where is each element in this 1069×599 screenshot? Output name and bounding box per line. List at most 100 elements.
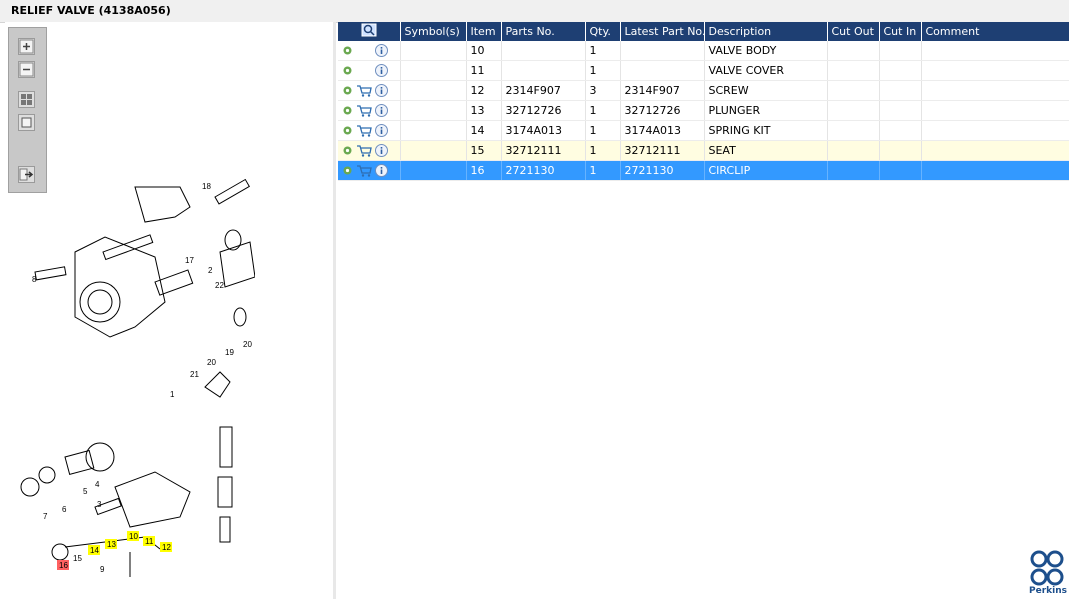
- callout-label: 6: [62, 505, 67, 514]
- latest-part-no-cell: [620, 60, 705, 81]
- row-actions-cell: [338, 160, 401, 181]
- cut-out-cell: [827, 41, 880, 61]
- brand-name: Perkins: [1029, 586, 1067, 596]
- table-row[interactable]: 15 32712111 1 32712111 SEAT: [338, 140, 1069, 161]
- description-cell: CIRCLIP: [704, 160, 828, 181]
- title-bar: RELIEF VALVE (4138A056): [0, 0, 1069, 23]
- diagram-pane[interactable]: 18 17 2 8 22 20 19 20 21 1 3 4 5 6 7 9 1…: [5, 22, 336, 599]
- callout-label: 10: [129, 532, 138, 541]
- comment-cell: [921, 80, 1069, 101]
- callout-label: 20: [243, 340, 252, 349]
- zoom-out-button[interactable]: [18, 61, 35, 78]
- info-icon[interactable]: [375, 104, 388, 118]
- qty-cell: 1: [585, 140, 621, 161]
- table-row[interactable]: 13 32712726 1 32712726 PLUNGER: [338, 100, 1069, 121]
- cart-icon[interactable]: [356, 85, 372, 97]
- callout-label: 8: [32, 275, 37, 284]
- cart-icon[interactable]: [356, 145, 372, 157]
- item-cell: 10: [466, 41, 502, 61]
- callout-label: 9: [100, 565, 105, 574]
- column-header-find[interactable]: [338, 22, 401, 41]
- column-header-item[interactable]: Item: [466, 22, 502, 41]
- description-cell: SPRING KIT: [704, 120, 828, 141]
- parts-no-cell: [501, 60, 586, 81]
- cut-out-cell: [827, 100, 880, 121]
- parts-no-cell: 2314F907: [501, 80, 586, 101]
- comment-cell: [921, 41, 1069, 61]
- callout-label: 20: [207, 358, 216, 367]
- column-header-qty[interactable]: Qty.: [585, 22, 621, 41]
- description-cell: SCREW: [704, 80, 828, 101]
- fit-grid-icon: [21, 94, 32, 105]
- fit-all-button[interactable]: [18, 91, 35, 108]
- symbols-cell: [400, 80, 467, 101]
- latest-part-no-cell: 2721130: [620, 160, 705, 181]
- page-title: RELIEF VALVE (4138A056): [11, 4, 171, 17]
- item-cell: 15: [466, 140, 502, 161]
- item-cell: 14: [466, 120, 502, 141]
- callout-label: 18: [202, 182, 211, 191]
- row-actions-cell: [338, 80, 401, 101]
- table-row[interactable]: 14 3174A013 1 3174A013 SPRING KIT: [338, 120, 1069, 141]
- callout-label: 4: [95, 480, 100, 489]
- cart-icon[interactable]: [356, 105, 372, 117]
- item-cell: 13: [466, 100, 502, 121]
- table-row[interactable]: 11 1 VALVE COVER: [338, 60, 1069, 81]
- callout-label: 16: [59, 561, 68, 570]
- exploded-parts-diagram[interactable]: 18 17 2 8 22 20 19 20 21 1 3 4 5 6 7 9 1…: [15, 157, 255, 582]
- parts-grid[interactable]: Symbol(s) Item Parts No. Qty. Latest Par…: [338, 22, 1069, 181]
- gear-icon[interactable]: [342, 165, 353, 176]
- info-icon[interactable]: [375, 164, 388, 178]
- find-magnifier-icon: [361, 23, 377, 37]
- gear-icon[interactable]: [342, 145, 353, 156]
- zoom-out-icon: [19, 62, 34, 77]
- info-icon[interactable]: [375, 144, 388, 158]
- cut-in-cell: [879, 60, 922, 81]
- parts-no-cell: 3174A013: [501, 120, 586, 141]
- cut-in-cell: [879, 160, 922, 181]
- row-actions-cell: [338, 41, 401, 61]
- column-header-latest-part-no[interactable]: Latest Part No.: [620, 22, 705, 41]
- table-row[interactable]: 16 2721130 1 2721130 CIRCLIP: [338, 160, 1069, 181]
- info-icon[interactable]: [375, 124, 388, 138]
- row-actions-cell: [338, 60, 401, 81]
- column-header-cut-in[interactable]: Cut In: [879, 22, 922, 41]
- column-header-cut-out[interactable]: Cut Out: [827, 22, 880, 41]
- gear-icon[interactable]: [342, 125, 353, 136]
- cut-in-cell: [879, 140, 922, 161]
- qty-cell: 3: [585, 80, 621, 101]
- table-row[interactable]: 12 2314F907 3 2314F907 SCREW: [338, 80, 1069, 101]
- symbols-cell: [400, 160, 467, 181]
- info-icon[interactable]: [375, 64, 388, 78]
- item-cell: 11: [466, 60, 502, 81]
- callout-label: 17: [185, 256, 194, 265]
- cart-icon[interactable]: [356, 125, 372, 137]
- column-header-comment[interactable]: Comment: [921, 22, 1069, 41]
- cart-icon[interactable]: [356, 165, 372, 177]
- callout-label: 15: [73, 554, 82, 563]
- column-header-parts-no[interactable]: Parts No.: [501, 22, 586, 41]
- qty-cell: 1: [585, 41, 621, 61]
- zoom-in-button[interactable]: [18, 38, 35, 55]
- callout-label: 2: [208, 266, 213, 275]
- column-header-description[interactable]: Description: [704, 22, 828, 41]
- item-cell: 16: [466, 160, 502, 181]
- symbols-cell: [400, 41, 467, 61]
- gear-icon[interactable]: [342, 65, 353, 76]
- column-header-symbols[interactable]: Symbol(s): [400, 22, 467, 41]
- gear-icon[interactable]: [342, 45, 353, 56]
- gear-icon[interactable]: [342, 85, 353, 96]
- perkins-logo: Perkins: [1028, 550, 1067, 596]
- latest-part-no-cell: [620, 41, 705, 61]
- info-icon[interactable]: [375, 84, 388, 98]
- cut-out-cell: [827, 160, 880, 181]
- symbols-cell: [400, 100, 467, 121]
- callout-label: 3: [97, 500, 102, 509]
- qty-cell: 1: [585, 120, 621, 141]
- gear-icon[interactable]: [342, 105, 353, 116]
- info-icon[interactable]: [375, 44, 388, 58]
- actual-size-button[interactable]: [18, 114, 35, 131]
- cut-out-cell: [827, 80, 880, 101]
- table-row[interactable]: 10 1 VALVE BODY: [338, 41, 1069, 61]
- cut-out-cell: [827, 120, 880, 141]
